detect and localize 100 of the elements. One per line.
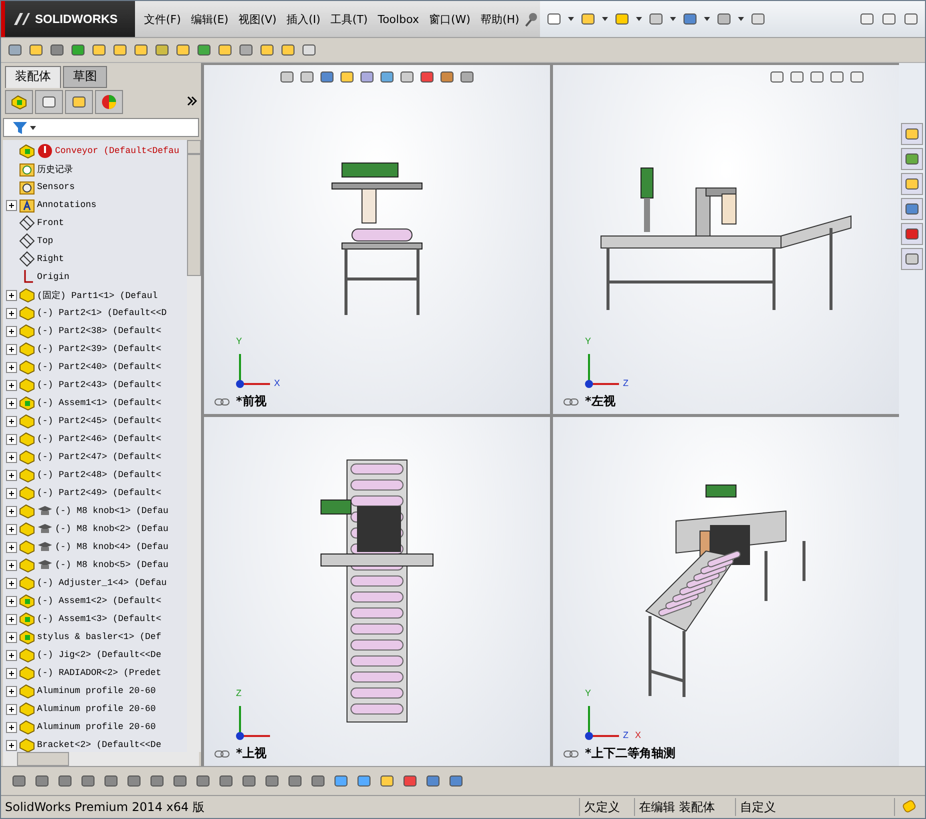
- panel-tab[interactable]: 装配体: [5, 66, 61, 88]
- sketch-tool-icon[interactable]: [126, 773, 142, 789]
- tree-item[interactable]: (-) Assem1<1> (Default<: [37, 398, 162, 408]
- expand-box-icon[interactable]: [6, 650, 17, 660]
- tree-item[interactable]: Bracket<2> (Default<<De: [37, 740, 162, 750]
- expand-box-icon[interactable]: [6, 704, 17, 714]
- expand-box-icon[interactable]: [6, 200, 17, 210]
- tree-item[interactable]: Aluminum profile 20-60: [37, 722, 156, 732]
- tree-item[interactable]: Sensors: [37, 182, 75, 192]
- filter-field[interactable]: [3, 118, 199, 137]
- dropdown-caret-icon[interactable]: [602, 17, 608, 21]
- tree-item[interactable]: Front: [37, 218, 64, 228]
- tree-item[interactable]: (-) Part2<48> (Default<: [37, 470, 162, 480]
- expand-box-icon[interactable]: [6, 398, 17, 408]
- expand-box-icon[interactable]: [6, 686, 17, 696]
- sketch-tool-icon[interactable]: [402, 773, 418, 789]
- tree-item[interactable]: (-) Part2<47> (Default<: [37, 452, 162, 462]
- viewport-button-icon[interactable]: [769, 69, 785, 85]
- toolbar-icon[interactable]: [7, 42, 23, 58]
- sketch-tool-icon[interactable]: [448, 773, 464, 789]
- tree-item[interactable]: (-) Part2<40> (Default<: [37, 362, 162, 372]
- expand-chevron-icon[interactable]: [187, 96, 197, 106]
- tree-item[interactable]: Top: [37, 236, 54, 246]
- tree-item[interactable]: (-) Part2<49> (Default<: [37, 488, 162, 498]
- view-tool-icon[interactable]: [299, 69, 315, 85]
- toolbar-icon[interactable]: [301, 42, 317, 58]
- tree-item[interactable]: (-) Part2<39> (Default<: [37, 344, 162, 354]
- tree-item[interactable]: stylus & basler<1> (Def: [37, 632, 162, 642]
- toolbar-icon[interactable]: [217, 42, 233, 58]
- expand-box-icon[interactable]: [6, 308, 17, 318]
- expand-box-icon[interactable]: [6, 488, 17, 498]
- tree-item[interactable]: (-) Part2<45> (Default<: [37, 416, 162, 426]
- expand-box-icon[interactable]: [6, 344, 17, 354]
- tree-item[interactable]: (-) Adjuster_1<4> (Defau: [37, 578, 167, 588]
- menu-item[interactable]: 工具(T): [325, 12, 373, 26]
- menu-item[interactable]: 编辑(E): [186, 12, 234, 26]
- expand-box-icon[interactable]: [6, 740, 17, 750]
- toolbar-icon[interactable]: [133, 42, 149, 58]
- expand-box-icon[interactable]: [6, 416, 17, 426]
- tree-item[interactable]: (-) Part2<1> (Default<<D: [37, 308, 167, 318]
- viewport[interactable]: Y X *前视: [204, 65, 550, 414]
- tree-item[interactable]: (-) Part2<46> (Default<: [37, 434, 162, 444]
- viewport[interactable]: Y Z X *上下二等角轴测: [553, 417, 899, 766]
- sketch-tool-icon[interactable]: [195, 773, 211, 789]
- expand-box-icon[interactable]: [6, 578, 17, 588]
- expand-box-icon[interactable]: [6, 560, 17, 570]
- dropdown-caret-icon[interactable]: [30, 126, 36, 130]
- sketch-tool-icon[interactable]: [425, 773, 441, 789]
- tree-item[interactable]: (-) Jig<2> (Default<<De: [37, 650, 162, 660]
- menu-item[interactable]: Toolbox: [372, 12, 424, 26]
- expand-box-icon[interactable]: [6, 290, 17, 300]
- toolbar-icon[interactable]: [238, 42, 254, 58]
- sketch-tool-icon[interactable]: [356, 773, 372, 789]
- sketch-tool-icon[interactable]: [287, 773, 303, 789]
- sketch-tool-icon[interactable]: [264, 773, 280, 789]
- tag-icon[interactable]: [901, 799, 917, 815]
- toolbar-icon[interactable]: [112, 42, 128, 58]
- expand-box-icon[interactable]: [6, 596, 17, 606]
- expand-box-icon[interactable]: [6, 542, 17, 552]
- view-tool-icon[interactable]: [319, 69, 335, 85]
- menu-item[interactable]: 文件(F): [139, 12, 186, 26]
- expand-box-icon[interactable]: [6, 524, 17, 534]
- sketch-tool-icon[interactable]: [57, 773, 73, 789]
- viewport[interactable]: Y Z *左视: [553, 65, 899, 414]
- sketch-tool-icon[interactable]: [310, 773, 326, 789]
- toolbar-icon[interactable]: [70, 42, 86, 58]
- vertical-scrollbar[interactable]: [187, 140, 201, 752]
- toolbar-icon[interactable]: [91, 42, 107, 58]
- view-tool-icon[interactable]: [439, 69, 455, 85]
- tree-item[interactable]: (-) M8 knob<4> (Defau: [55, 542, 168, 552]
- expand-box-icon[interactable]: [6, 380, 17, 390]
- toolbar-icon[interactable]: [28, 42, 44, 58]
- panel-tab[interactable]: 草图: [63, 66, 107, 88]
- tree-item[interactable]: (固定) Part1<1> (Defaul: [37, 288, 158, 302]
- tree-item[interactable]: Aluminum profile 20-60: [37, 686, 156, 696]
- view-tool-icon[interactable]: [459, 69, 475, 85]
- sketch-tool-icon[interactable]: [80, 773, 96, 789]
- view-tool-icon[interactable]: [379, 69, 395, 85]
- expand-box-icon[interactable]: [6, 452, 17, 462]
- dropdown-caret-icon[interactable]: [738, 17, 744, 21]
- viewport[interactable]: Z *上视: [204, 417, 550, 766]
- toolbar-icon[interactable]: [175, 42, 191, 58]
- dropdown-caret-icon[interactable]: [636, 17, 642, 21]
- toolbar-icon[interactable]: [49, 42, 65, 58]
- expand-box-icon[interactable]: [6, 632, 17, 642]
- tree-item[interactable]: (-) Assem1<3> (Default<: [37, 614, 162, 624]
- configuration-tab[interactable]: [65, 90, 93, 114]
- toolbar-icon[interactable]: [259, 42, 275, 58]
- expand-box-icon[interactable]: [6, 326, 17, 336]
- view-tool-icon[interactable]: [359, 69, 375, 85]
- expand-box-icon[interactable]: [6, 434, 17, 444]
- property-tab[interactable]: [35, 90, 63, 114]
- tree-item[interactable]: Conveyor (Default<Defau: [55, 146, 180, 156]
- sketch-tool-icon[interactable]: [11, 773, 27, 789]
- tree-item[interactable]: (-) M8 knob<2> (Defau: [55, 524, 168, 534]
- view-tool-icon[interactable]: [279, 69, 295, 85]
- viewport-button-icon[interactable]: [789, 69, 805, 85]
- toolbar-icon[interactable]: [154, 42, 170, 58]
- tree-item[interactable]: Right: [37, 254, 64, 264]
- expand-box-icon[interactable]: [6, 506, 17, 516]
